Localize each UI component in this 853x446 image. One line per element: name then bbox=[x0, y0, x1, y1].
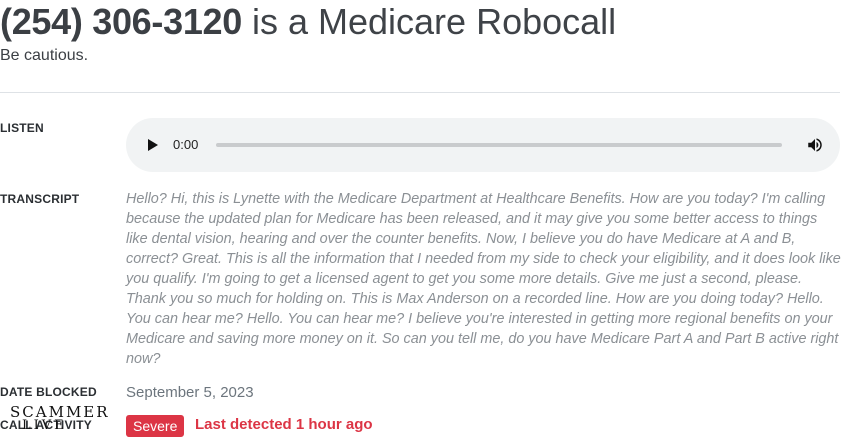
transcript-text: Hello? Hi, this is Lynette with the Medi… bbox=[126, 191, 841, 367]
volume-icon[interactable] bbox=[806, 136, 824, 154]
listen-label: LISTEN bbox=[0, 121, 44, 135]
audio-time: 0:00 bbox=[173, 137, 199, 152]
audio-progress-bar[interactable] bbox=[216, 143, 782, 147]
date-blocked-label: DATE BLOCKED bbox=[0, 385, 97, 399]
page-title: (254) 306-3120 is a Medicare Robocall bbox=[0, 2, 616, 42]
date-blocked-value: September 5, 2023 bbox=[126, 384, 254, 401]
divider bbox=[0, 92, 840, 93]
last-detected-text: Last detected 1 hour ago bbox=[195, 416, 373, 433]
transcript-label: TRANSCRIPT bbox=[0, 192, 80, 206]
audio-player[interactable]: 0:00 bbox=[126, 118, 840, 172]
phone-number: (254) 306-3120 bbox=[0, 1, 242, 42]
play-icon[interactable] bbox=[148, 139, 158, 151]
page-subtitle: Be cautious. bbox=[0, 47, 89, 64]
title-text: is a Medicare Robocall bbox=[241, 1, 617, 42]
severity-badge: Severe bbox=[126, 415, 185, 437]
call-activity-label: CALL ACTIVITY bbox=[0, 418, 92, 432]
